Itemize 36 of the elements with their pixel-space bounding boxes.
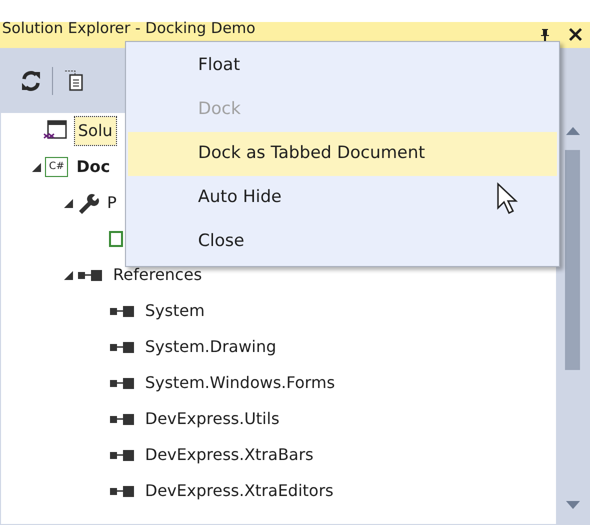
panel-title: Solution Explorer - Docking Demo — [2, 20, 256, 37]
tree-item[interactable]: System.Drawing — [145, 335, 276, 359]
tree-item[interactable]: DevExpress.XtraEditors — [145, 479, 334, 503]
wrench-icon — [77, 192, 99, 214]
tree-item[interactable]: DevExpress.Utils — [145, 407, 280, 431]
reference-icon — [109, 340, 137, 354]
mouse-pointer-icon — [496, 182, 520, 216]
expand-arrow-icon[interactable] — [64, 198, 72, 208]
menu-item[interactable]: Close — [128, 220, 557, 264]
reference-icon — [109, 376, 137, 390]
menu-item[interactable]: Dock as Tabbed Document — [128, 132, 557, 176]
solution-icon — [43, 120, 67, 142]
pin-icon[interactable] — [539, 28, 551, 42]
scroll-down-icon[interactable] — [566, 501, 580, 509]
scroll-up-icon[interactable] — [566, 127, 580, 135]
reference-icon — [109, 412, 137, 426]
reference-icon — [109, 304, 137, 318]
tree-item[interactable]: System — [145, 299, 205, 323]
pages-icon[interactable] — [63, 68, 85, 92]
menu-item[interactable]: Float — [128, 44, 557, 88]
tree-item[interactable]: Solu — [75, 117, 116, 145]
reference-icon — [77, 268, 105, 282]
close-icon[interactable] — [569, 28, 582, 41]
tree-item[interactable]: DevExpress.XtraBars — [145, 443, 314, 467]
project-icon: C# — [45, 157, 68, 177]
sync-icon[interactable] — [20, 70, 42, 92]
reference-icon — [109, 484, 137, 498]
tree-item[interactable]: References — [113, 263, 202, 287]
reference-icon — [109, 448, 137, 462]
expand-arrow-icon[interactable] — [32, 162, 40, 172]
tree-item[interactable]: P — [107, 191, 117, 215]
expand-arrow-icon[interactable] — [64, 270, 72, 280]
menu-item[interactable]: Auto Hide — [128, 176, 557, 220]
tree-item[interactable]: System.Windows.Forms — [145, 371, 335, 395]
tree-item[interactable]: Doc — [76, 155, 110, 179]
scrollbar-thumb[interactable] — [565, 150, 580, 370]
